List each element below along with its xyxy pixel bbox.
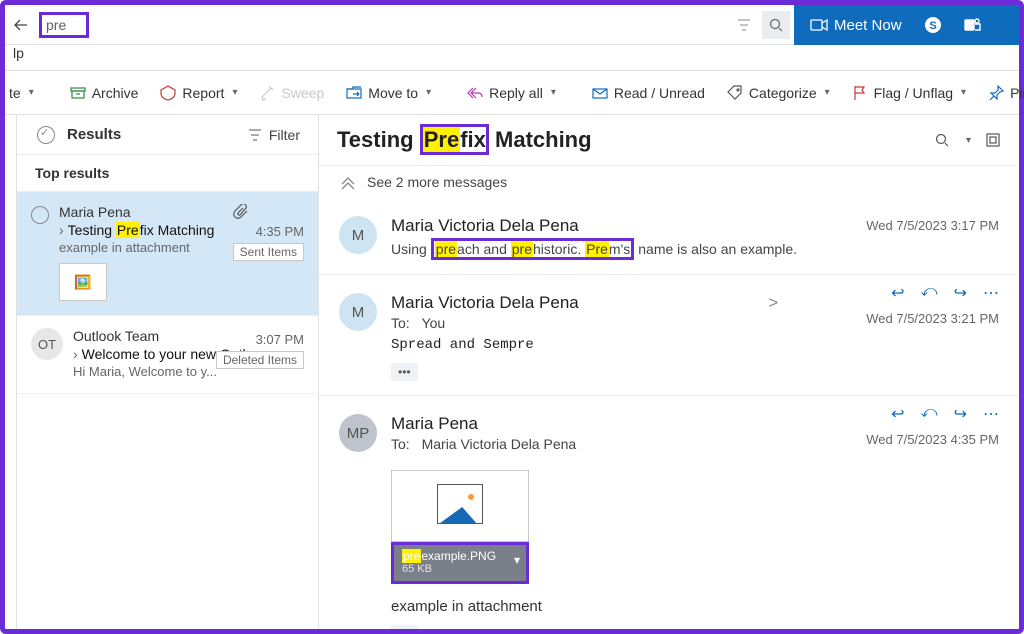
substrip-text: lp (13, 45, 24, 61)
more-icon[interactable]: ⋯ (983, 404, 999, 424)
select-all-icon[interactable] (37, 126, 55, 144)
forward-icon[interactable]: ↪ (954, 404, 967, 424)
reply-icon[interactable]: ↩ (891, 283, 904, 303)
reply-all-icon[interactable]: ⤺ (920, 404, 937, 424)
back-arrow-icon[interactable] (5, 5, 37, 45)
ribbon: te▾ Archive Report▾ Sweep Move to▾ Reply… (5, 71, 1019, 115)
pin-button[interactable]: Pin / Unpin (984, 71, 1024, 114)
results-column: Results Filter Top results Maria Pena › … (17, 115, 319, 629)
meet-now-button[interactable]: Meet Now (810, 17, 902, 34)
reply-icon[interactable]: ↩ (891, 404, 904, 424)
folder-badge: Deleted Items (216, 351, 304, 369)
paperclip-icon (233, 204, 304, 220)
attachment-bar: preexample.PNG ▾ 65 KB (391, 542, 529, 584)
reply-all-icon[interactable]: ⤺ (920, 283, 937, 303)
message-date: Wed 7/5/2023 4:35 PM (866, 432, 999, 447)
popout-icon[interactable] (985, 132, 1001, 148)
reply-all-button[interactable]: Reply all▾ (463, 71, 560, 114)
move-to-button[interactable]: Move to▾ (342, 71, 435, 114)
chevron-down-icon[interactable]: ▾ (514, 553, 520, 567)
flag-button[interactable]: Flag / Unflag▾ (848, 71, 970, 114)
attachment-thumb[interactable]: 🖼️ (59, 263, 107, 301)
results-title: Results (67, 126, 247, 143)
list-item[interactable]: Maria Pena › Testing Prefix Matching exa… (17, 192, 318, 316)
zoom-chevron-icon[interactable]: ▾ (966, 135, 971, 146)
show-trimmed-icon[interactable]: ••• (391, 625, 418, 629)
skype-icon[interactable]: S (924, 16, 942, 34)
message-date: Wed 7/5/2023 3:21 PM (866, 311, 999, 326)
list-item[interactable]: OT Outlook Team › Welcome to your new Ou… (17, 316, 318, 394)
report-button[interactable]: Report▾ (156, 71, 241, 114)
substrip: lp (5, 45, 1019, 71)
list-item-meta: 4:35 PM Sent Items (233, 204, 304, 261)
avatar: MP (339, 414, 377, 452)
reading-pane: Testing Prefix Matching ▾ See 2 more mes… (319, 115, 1019, 629)
select-circle-icon[interactable] (31, 206, 49, 224)
avatar: M (339, 216, 377, 254)
attachment-thumb-icon (391, 470, 529, 542)
message-body: Spread and Sempre (391, 337, 999, 353)
show-trimmed-icon[interactable]: ••• (391, 363, 418, 381)
avatar: M (339, 293, 377, 331)
search-button[interactable] (762, 11, 790, 39)
message-body: example in attachment (391, 598, 999, 615)
see-more-row[interactable]: See 2 more messages (319, 166, 1019, 198)
message-date: Wed 7/5/2023 3:17 PM (866, 218, 999, 233)
search-input[interactable] (46, 15, 82, 35)
filter-button[interactable]: Filter (247, 127, 300, 143)
more-icon[interactable]: ⋯ (983, 283, 999, 303)
sweep-button[interactable]: Sweep (255, 71, 328, 114)
reading-header: Testing Prefix Matching ▾ (319, 115, 1019, 166)
archive-button[interactable]: Archive (66, 71, 143, 114)
message[interactable]: ↩ ⤺ ↪ ⋯ M Maria Victoria Dela Pena > To:… (319, 274, 1019, 395)
attachment-card[interactable]: preexample.PNG ▾ 65 KB (391, 470, 529, 584)
categorize-button[interactable]: Categorize▾ (723, 71, 834, 114)
main-area: Results Filter Top results Maria Pena › … (5, 115, 1019, 629)
delete-button[interactable]: te▾ (5, 71, 38, 114)
search-filter-icon[interactable] (730, 11, 758, 39)
message-preview: Using preach and prehistoric. Prem's nam… (391, 238, 999, 260)
search-area (5, 5, 794, 45)
results-header: Results Filter (17, 115, 318, 155)
svg-text:S: S (929, 20, 936, 32)
message-actions: ↩ ⤺ ↪ ⋯ (891, 404, 999, 424)
conversation-title: Testing Prefix Matching (337, 127, 592, 153)
forward-icon[interactable]: ↪ (954, 283, 967, 303)
folder-badge: Sent Items (233, 243, 304, 261)
message-actions: ↩ ⤺ ↪ ⋯ (891, 283, 999, 303)
avatar: OT (31, 328, 63, 360)
meeting-bar: Meet Now S (794, 5, 1019, 45)
message[interactable]: M Maria Victoria Dela Pena Using preach … (319, 198, 1019, 274)
read-unread-button[interactable]: Read / Unread (588, 71, 709, 114)
top-bar: Meet Now S (5, 5, 1019, 45)
attachment-size: 65 KB (402, 563, 518, 575)
left-rail (5, 115, 17, 629)
search-box (39, 12, 89, 38)
list-item-meta: 3:07 PM Deleted Items (216, 328, 304, 369)
zoom-icon[interactable] (934, 132, 950, 148)
meet-now-label: Meet Now (834, 17, 902, 34)
top-results-label: Top results (17, 155, 318, 192)
message[interactable]: ↩ ⤺ ↪ ⋯ MP Maria Pena To: Maria Victoria… (319, 395, 1019, 629)
teams-icon[interactable] (964, 16, 982, 34)
